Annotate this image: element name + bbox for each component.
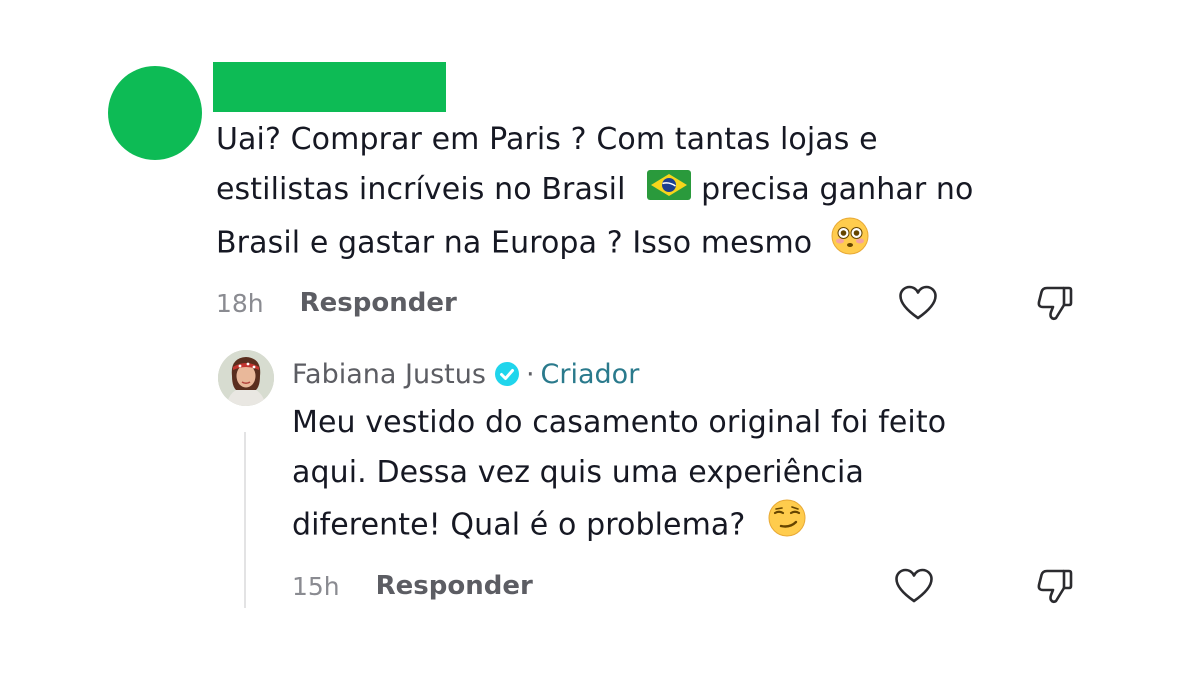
comment-line-2a: estilistas incríveis no Brasil: [216, 172, 626, 207]
brazil-flag-emoji: [647, 166, 692, 216]
header-separator: ·: [525, 358, 535, 390]
thumbs-down-icon[interactable]: [1032, 564, 1076, 608]
reply-line-3a: diferente! Qual é o problema?: [292, 507, 746, 543]
comment-line-2: estilistas incríveis no Brasil precisa g…: [216, 165, 1116, 216]
smirking-face-emoji: [767, 498, 807, 554]
redacted-avatar[interactable]: [108, 66, 202, 160]
thread-line: [244, 432, 246, 608]
comment-line-3: Brasil e gastar na Europa ? Isso mesmo: [216, 216, 1116, 272]
redacted-username[interactable]: [213, 62, 446, 112]
reply-text: Meu vestido do casamento original foi fe…: [292, 398, 1112, 554]
creator-badge: Criador: [540, 358, 640, 390]
comment-reply-button[interactable]: Responder: [300, 288, 457, 318]
flushed-face-emoji: [830, 216, 870, 272]
reply-line-2: aqui. Dessa vez quis uma experiência: [292, 455, 864, 490]
reply-line-3: diferente! Qual é o problema?: [292, 498, 1112, 554]
comment-time: 18h: [216, 288, 264, 318]
reply-line-1: Meu vestido do casamento original foi fe…: [292, 405, 947, 440]
verified-badge-icon: [494, 361, 520, 387]
reply-reply-button[interactable]: Responder: [376, 571, 533, 601]
heart-icon[interactable]: [892, 564, 936, 608]
reply-time: 15h: [292, 571, 340, 601]
comment-meta: 18h Responder: [216, 283, 457, 323]
comment-line-1: Uai? Comprar em Paris ? Com tantas lojas…: [216, 122, 878, 157]
comment-line-2b: precisa ganhar no: [701, 172, 974, 207]
reply-header: Fabiana Justus · Criador: [292, 352, 639, 396]
reply-meta: 15h Responder: [292, 566, 533, 606]
comment-text: Uai? Comprar em Paris ? Com tantas lojas…: [216, 115, 1116, 272]
reply-author-name[interactable]: Fabiana Justus: [292, 359, 486, 390]
heart-icon[interactable]: [896, 281, 940, 325]
thumbs-down-icon[interactable]: [1032, 281, 1076, 325]
avatar[interactable]: [218, 350, 274, 406]
comment-line-3a: Brasil e gastar na Europa ? Isso mesmo: [216, 225, 813, 260]
